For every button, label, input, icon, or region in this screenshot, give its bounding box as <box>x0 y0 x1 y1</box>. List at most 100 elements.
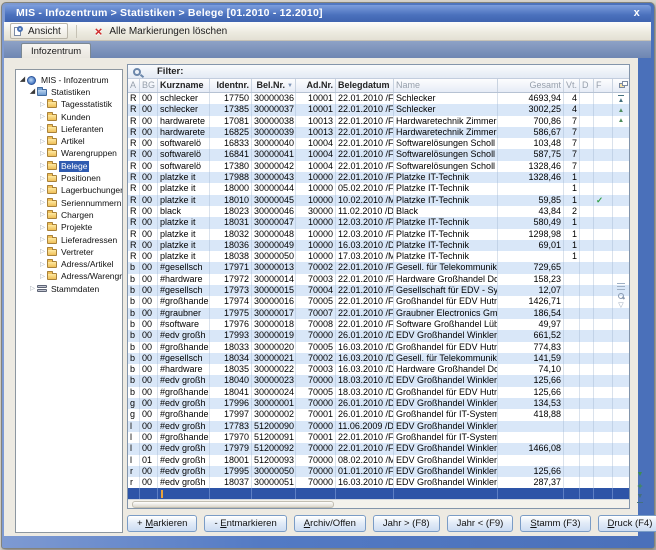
table-row[interactable]: R00platzke it18000300000441000005.02.201… <box>128 183 629 194</box>
chevron-expanded-icon[interactable]: ◢ <box>18 74 27 86</box>
filter-row[interactable]: Filter: <box>128 65 629 79</box>
grip-icon[interactable] <box>617 283 625 290</box>
table-row[interactable]: b00#edv großh17993300000197000026.01.201… <box>128 330 629 341</box>
table-row[interactable]: R00softwarelö17380300000421000422.01.201… <box>128 161 629 172</box>
table-row[interactable]: l01#edv großh18001512000937000008.02.201… <box>128 455 629 466</box>
table-row[interactable]: b00#hardware18035300000227000316.03.2010… <box>128 364 629 375</box>
table-row[interactable]: r00#edv großh18037300000517000016.03.201… <box>128 477 629 488</box>
add-row-icon[interactable]: + <box>637 482 642 490</box>
table-row[interactable]: l00#edv großh17979512000927000022.01.201… <box>128 443 629 454</box>
column-header-bg[interactable]: BG <box>140 79 158 92</box>
table-row[interactable]: g00#großhande17997300000027000126.01.201… <box>128 409 629 420</box>
chevron-collapsed-icon[interactable]: ▷ <box>38 246 47 258</box>
scroll-to-end-icon[interactable]: ▼ <box>637 493 644 503</box>
chevron-collapsed-icon[interactable]: ▷ <box>38 209 47 221</box>
tree-item-vertreter[interactable]: ▷Vertreter <box>16 246 122 258</box>
column-header-identnr[interactable]: Identnr. <box>210 79 252 92</box>
table-row[interactable]: b00#edv großh18040300000237000018.03.201… <box>128 375 629 386</box>
table-row[interactable]: b00#hardware17972300000147000322.01.2010… <box>128 274 629 285</box>
table-row[interactable]: R00softwarelö16841300000411000422.01.201… <box>128 149 629 160</box>
clear-marks-button[interactable]: × Alle Markierungen löschen <box>91 23 234 39</box>
tree-item-stammdaten[interactable]: ▷Stammdaten <box>16 283 122 295</box>
chevron-collapsed-icon[interactable]: ▷ <box>38 222 47 234</box>
button-markieren[interactable]: + Markieren <box>127 515 197 532</box>
table-row[interactable]: l00#großhande17970512000917000122.01.201… <box>128 432 629 443</box>
chevron-collapsed-icon[interactable]: ▷ <box>38 123 47 135</box>
table-row[interactable]: b00#großhande18033300000207000516.03.201… <box>128 342 629 353</box>
chevron-collapsed-icon[interactable]: ▷ <box>38 136 47 148</box>
column-header-ad-nr[interactable]: Ad.Nr. <box>296 79 336 92</box>
scroll-page-up-icon[interactable]: ▲ <box>618 117 624 124</box>
scroll-to-top-icon[interactable]: ▲ <box>618 95 624 104</box>
search-icon[interactable] <box>618 293 624 299</box>
view-button[interactable]: Ansicht <box>10 23 68 39</box>
selected-table-row[interactable] <box>128 488 629 499</box>
table-row[interactable]: b00#graubner17975300000177000722.01.2010… <box>128 308 629 319</box>
chevron-collapsed-icon[interactable]: ▷ <box>38 259 47 271</box>
tree-item-mis-infozentrum[interactable]: ◢MIS - Infozentrum <box>16 74 122 86</box>
table-row[interactable]: R00platzke it18010300000451000010.02.201… <box>128 195 629 206</box>
column-header-d[interactable]: D <box>580 79 594 92</box>
column-header-kurzname[interactable]: Kurzname <box>158 79 210 92</box>
chevron-collapsed-icon[interactable]: ▷ <box>28 283 37 295</box>
tree-item-projekte[interactable]: ▷Projekte <box>16 222 122 234</box>
chevron-collapsed-icon[interactable]: ▷ <box>38 99 47 111</box>
chevron-collapsed-icon[interactable]: ▷ <box>38 160 47 172</box>
horizontal-scrollbar[interactable] <box>128 499 629 508</box>
chevron-collapsed-icon[interactable]: ▷ <box>38 148 47 160</box>
scroll-down-icon[interactable]: ▼ <box>637 471 644 479</box>
button-stamm-f3[interactable]: Stamm (F3) <box>520 515 590 532</box>
table-row[interactable]: b00#großhande17974300000167000522.01.201… <box>128 296 629 307</box>
close-button[interactable]: x <box>634 5 640 22</box>
table-row[interactable]: R00platzke it18031300000471000012.03.201… <box>128 217 629 228</box>
tree-item-warengruppen[interactable]: ▷Warengruppen <box>16 148 122 160</box>
column-header-f[interactable]: F <box>594 79 613 92</box>
column-chooser-cell[interactable] <box>613 79 629 92</box>
chevron-collapsed-icon[interactable]: ▷ <box>38 197 47 209</box>
scroll-up-icon[interactable]: ▲ <box>618 107 624 114</box>
chevron-collapsed-icon[interactable]: ▷ <box>38 234 47 246</box>
table-row[interactable]: R00platzke it17988300000431000022.01.201… <box>128 172 629 183</box>
tree-item-adress-warengruppen[interactable]: ▷Adress/Warengruppen <box>16 271 122 283</box>
button-jahr-f9[interactable]: Jahr < (F9) <box>447 515 514 532</box>
table-row[interactable]: R00platzke it18032300000481000012.03.201… <box>128 229 629 240</box>
column-header-name[interactable]: Name <box>394 79 498 92</box>
tree-item-adress-artikel[interactable]: ▷Adress/Artikel <box>16 258 122 270</box>
tree-item-chargen[interactable]: ▷Chargen <box>16 209 122 221</box>
column-header-a[interactable]: A <box>128 79 140 92</box>
table-row[interactable]: R00platzke it18036300000491000016.03.201… <box>128 240 629 251</box>
tree-item-artikel[interactable]: ▷Artikel <box>16 135 122 147</box>
table-row[interactable]: R00hardwarete17081300000381001322.01.201… <box>128 116 629 127</box>
button-archiv-offen[interactable]: Archiv/Offen <box>294 515 366 532</box>
table-row[interactable]: b00#gesellsch17971300000137000222.01.201… <box>128 262 629 273</box>
table-row[interactable]: b00#gesellsch17973300000157000422.01.201… <box>128 285 629 296</box>
table-row[interactable]: b00#großhande18041300000247000518.03.201… <box>128 387 629 398</box>
tab-infozentrum[interactable]: Infozentrum <box>21 43 91 58</box>
table-row[interactable]: b00#software17976300000187000822.01.2010… <box>128 319 629 330</box>
column-header-bel-nr[interactable]: Bel.Nr.▼ <box>252 79 296 92</box>
tree-item-kunden[interactable]: ▷Kunden <box>16 111 122 123</box>
table-row[interactable]: r00#edv großh17995300000507000001.01.201… <box>128 466 629 477</box>
table-row[interactable]: R00hardwarete16825300000391001322.01.201… <box>128 127 629 138</box>
table-row[interactable]: b00#gesellsch18034300000217000216.03.201… <box>128 353 629 364</box>
table-row[interactable]: R00black18023300000463000011.02.2010 /Do… <box>128 206 629 217</box>
tree-item-seriennummern[interactable]: ▷Seriennummern <box>16 197 122 209</box>
table-row[interactable]: R00platzke it18038300000501000017.03.201… <box>128 251 629 262</box>
table-row[interactable]: R00schlecker17750300000361000122.01.2010… <box>128 93 629 104</box>
chevron-collapsed-icon[interactable]: ▷ <box>38 185 47 197</box>
column-header-vt[interactable]: Vt. <box>564 79 580 92</box>
tree-item-tagesstatistik[interactable]: ▷Tagesstatistik <box>16 99 122 111</box>
tree-item-lagerbuchungen[interactable]: ▷Lagerbuchungen <box>16 185 122 197</box>
table-row[interactable]: g00#edv großh17996300000017000026.01.201… <box>128 398 629 409</box>
tree-item-positionen[interactable]: ▷Positionen <box>16 172 122 184</box>
tree-item-lieferanten[interactable]: ▷Lieferanten <box>16 123 122 135</box>
column-header-belegdatum[interactable]: Belegdatum <box>336 79 394 92</box>
chevron-expanded-icon[interactable]: ◢ <box>28 86 37 98</box>
filter-search-icon[interactable] <box>133 68 141 76</box>
horizontal-scroll-thumb[interactable] <box>132 501 334 508</box>
table-row[interactable]: R00schlecker17385300000371000122.01.2010… <box>128 104 629 115</box>
filter-funnel-icon[interactable]: ▽ <box>618 302 623 309</box>
chevron-collapsed-icon[interactable]: ▷ <box>38 271 47 283</box>
column-header-gesamt[interactable]: Gesamt <box>498 79 564 92</box>
tree-item-belege[interactable]: ▷Belege <box>16 160 122 172</box>
